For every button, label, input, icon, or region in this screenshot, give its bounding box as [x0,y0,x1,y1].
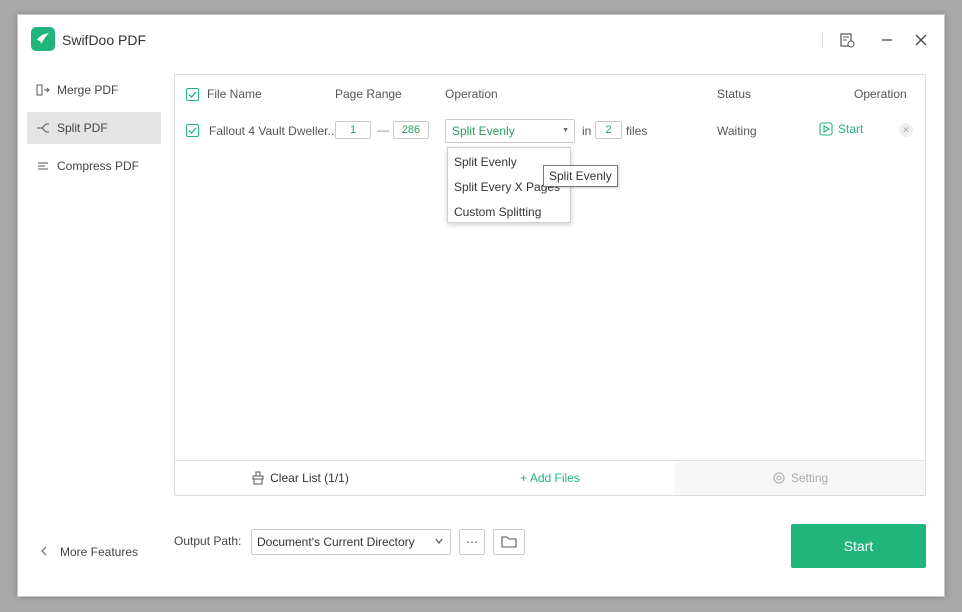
more-features-label: More Features [60,545,139,559]
titlebar-separator [822,32,823,48]
clear-list-label: Clear List (1/1) [270,471,349,485]
output-path-select[interactable]: Document's Current Directory [251,529,451,555]
row-checkbox[interactable] [186,124,199,137]
merge-icon [36,83,50,97]
header-file-name: File Name [207,87,262,101]
minimize-icon[interactable] [878,31,896,49]
sidebar-item-merge-pdf[interactable]: Merge PDF [27,74,161,106]
clear-list-button[interactable]: Clear List (1/1) [175,461,425,495]
setting-label: Setting [790,471,829,485]
app-title: SwifDoo PDF [62,32,147,48]
row-status: Waiting [717,124,757,138]
in-label: in [582,124,592,138]
range-dash: — [377,123,389,137]
more-features-button[interactable]: More Features [40,545,138,559]
history-icon[interactable] [838,31,856,49]
title-bar: SwifDoo PDF [18,15,944,65]
select-all-checkbox[interactable] [186,88,199,101]
start-button[interactable]: Start [791,524,926,568]
sidebar-item-label: Merge PDF [57,83,119,97]
sidebar-item-split-pdf[interactable]: Split PDF [27,112,161,144]
browse-folder-button[interactable] [493,529,525,555]
app-window: SwifDoo PDF Merge PDF Split PDF Compress… [17,14,945,597]
row-file-name: Fallout 4 Vault Dweller... [209,124,338,138]
sidebar-item-label: Compress PDF [57,159,140,173]
file-list-panel: File Name Page Range Operation Status Op… [174,74,926,496]
range-end-input[interactable]: 286 [393,121,429,139]
caret-down-icon: ▼ [562,127,569,134]
header-operation: Operation [445,87,498,101]
folder-icon [501,536,517,548]
panel-footer: Clear List (1/1) + Add Files Setting [175,460,925,495]
dropdown-option-custom-splitting[interactable]: Custom Splitting [454,205,541,219]
app-logo-icon [31,27,55,51]
header-page-range: Page Range [335,87,402,101]
chevron-down-icon [434,530,444,554]
output-path-label: Output Path: [174,534,242,548]
dropdown-option-split-evenly[interactable]: Split Evenly [454,155,517,169]
compress-icon [36,159,50,173]
tooltip: Split Evenly [543,165,618,187]
split-icon [36,121,50,135]
row-start-button[interactable]: Start [819,122,863,136]
setting-button[interactable]: Setting [675,461,925,495]
sidebar-item-label: Split PDF [57,121,108,135]
header-status: Status [717,87,752,101]
chevron-left-icon [40,545,48,559]
row-start-label: Start [838,122,864,136]
close-icon[interactable] [912,31,930,49]
files-count-input[interactable]: 2 [595,121,622,139]
remove-row-icon[interactable]: ✕ [899,123,913,137]
gear-icon [772,471,786,485]
range-start-input[interactable]: 1 [335,121,371,139]
add-files-button[interactable]: + Add Files [425,461,675,495]
operation-select[interactable]: Split Evenly ▼ [445,119,575,143]
operation-select-value: Split Evenly [452,124,515,138]
files-label: files [626,124,648,138]
add-files-label: + Add Files [520,471,580,485]
play-icon [819,122,833,136]
more-options-button[interactable]: ⋯ [459,529,485,555]
header-operation-actions: Operation [854,87,907,101]
output-path-value: Document's Current Directory [257,535,415,549]
sidebar-item-compress-pdf[interactable]: Compress PDF [27,150,161,182]
broom-icon [251,471,265,485]
